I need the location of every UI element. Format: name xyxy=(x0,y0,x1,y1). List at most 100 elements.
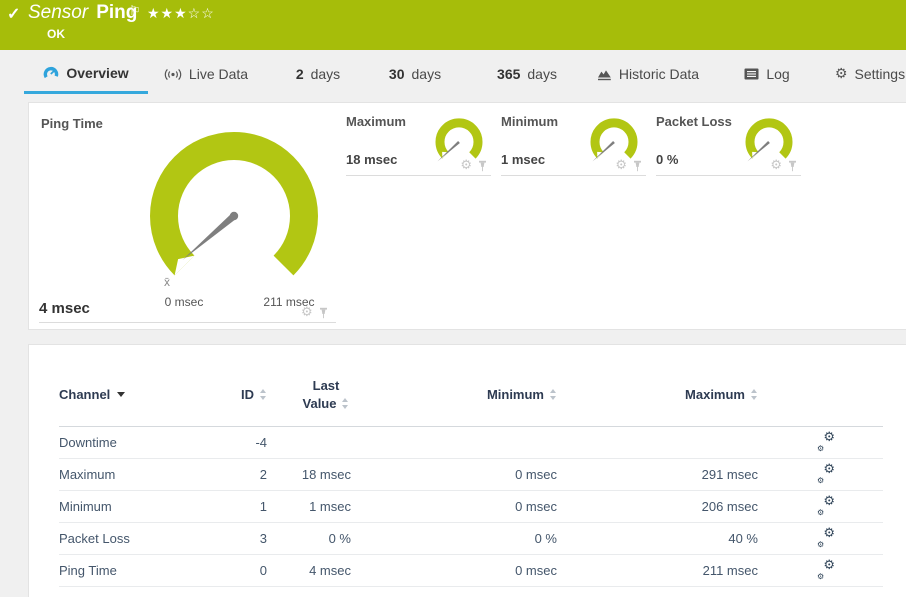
sort-icon xyxy=(751,389,758,400)
mini-gauge-title: Packet Loss xyxy=(656,114,732,129)
channel-maximum: 291 msec xyxy=(557,459,758,491)
channel-id: 0 xyxy=(229,555,267,587)
tab-2-days[interactable]: 2 days xyxy=(291,54,345,94)
channel-settings-icon[interactable]: ⚙ ⚙ xyxy=(817,465,835,481)
tab-live-data[interactable]: Live Data xyxy=(150,54,262,94)
column-label: Channel xyxy=(59,387,110,402)
status-badge: OK xyxy=(47,27,65,41)
column-label: Last Value xyxy=(303,378,340,411)
gear-icon: ⚙ xyxy=(823,462,835,477)
gauge-settings-icon[interactable]: ⚙ xyxy=(615,158,627,173)
tab-label: Overview xyxy=(66,65,128,81)
mini-gauge-tile[interactable]: Minimum 1 msec ⚙ xyxy=(501,113,646,176)
channel-minimum xyxy=(351,427,557,459)
mini-gauge-actions: ⚙ xyxy=(615,158,643,173)
channel-name[interactable]: Packet Loss xyxy=(59,523,229,555)
channel-minimum: 0 msec xyxy=(351,459,557,491)
sort-icon xyxy=(550,389,557,400)
channel-minimum: 0 msec xyxy=(351,491,557,523)
log-icon xyxy=(744,68,759,80)
mini-gauge-tiles: Maximum 18 msec ⚙ Minimum 1 msec ⚙ xyxy=(29,103,906,329)
channel-name[interactable]: Maximum xyxy=(59,459,229,491)
column-header-maximum[interactable]: Maximum xyxy=(557,371,758,427)
channel-id: 3 xyxy=(229,523,267,555)
tab-number: 30 xyxy=(389,66,405,82)
gauge-icon xyxy=(43,66,59,80)
channel-maximum: 206 msec xyxy=(557,491,758,523)
tab-historic-data[interactable]: Historic Data xyxy=(590,54,706,94)
channel-minimum: 0 msec xyxy=(351,555,557,587)
column-header-settings xyxy=(758,371,883,427)
gear-icon: ⚙ xyxy=(823,430,835,445)
sensor-type-label: Sensor xyxy=(28,2,88,23)
column-header-minimum[interactable]: Minimum xyxy=(351,371,557,427)
column-label: Maximum xyxy=(685,387,745,402)
tab-number: 365 xyxy=(497,66,520,82)
channel-settings-icon[interactable]: ⚙ ⚙ xyxy=(817,497,835,513)
tab-overview[interactable]: Overview xyxy=(24,54,148,94)
tab-label: Historic Data xyxy=(619,66,699,82)
table-header-row: Channel ID Last Value Minimum Maximum xyxy=(59,371,883,427)
gear-icon: ⚙ xyxy=(835,66,848,82)
mini-gauge-title: Minimum xyxy=(501,114,558,129)
channel-last-value: 0 % xyxy=(267,523,351,555)
sort-icon xyxy=(342,398,349,409)
gear-icon: ⚙ xyxy=(817,540,824,549)
column-header-last-value[interactable]: Last Value xyxy=(267,371,351,427)
column-header-id[interactable]: ID xyxy=(229,371,267,427)
mini-gauge-tile[interactable]: Maximum 18 msec ⚙ xyxy=(346,113,491,176)
pin-icon[interactable] xyxy=(632,160,643,172)
channel-last-value: 1 msec xyxy=(267,491,351,523)
sort-icon xyxy=(260,389,267,400)
mini-gauge-value: 0 % xyxy=(656,152,678,167)
sensor-header-bar: ✓ SensorPing ⚐ ★★★☆☆ OK xyxy=(0,0,906,50)
channel-row[interactable]: Downtime -4 ⚙ ⚙ xyxy=(59,427,883,459)
channel-id: -4 xyxy=(229,427,267,459)
area-chart-icon xyxy=(597,68,612,81)
gear-icon: ⚙ xyxy=(817,508,824,517)
mini-gauge-tile[interactable]: Packet Loss 0 % ⚙ xyxy=(656,113,801,176)
channel-last-value xyxy=(267,427,351,459)
channel-row[interactable]: Packet Loss 3 0 % 0 % 40 % ⚙ ⚙ xyxy=(59,523,883,555)
channel-last-value: 18 msec xyxy=(267,459,351,491)
channel-settings-icon[interactable]: ⚙ ⚙ xyxy=(817,529,835,545)
tab-settings[interactable]: ⚙ Settings xyxy=(832,54,906,94)
tab-30-days[interactable]: 30 days xyxy=(384,54,446,94)
gear-icon: ⚙ xyxy=(823,558,835,573)
channel-name[interactable]: Downtime xyxy=(59,427,229,459)
channel-settings-icon[interactable]: ⚙ ⚙ xyxy=(817,433,835,449)
channel-maximum xyxy=(557,427,758,459)
channel-name[interactable]: Minimum xyxy=(59,491,229,523)
page-title: SensorPing xyxy=(28,2,137,24)
channel-id: 1 xyxy=(229,491,267,523)
column-header-channel[interactable]: Channel xyxy=(59,371,229,427)
channel-id: 2 xyxy=(229,459,267,491)
gear-icon: ⚙ xyxy=(817,444,824,453)
channel-row[interactable]: Ping Time 0 4 msec 0 msec 211 msec ⚙ ⚙ xyxy=(59,555,883,587)
channel-settings-icon[interactable]: ⚙ ⚙ xyxy=(817,561,835,577)
gear-icon: ⚙ xyxy=(817,476,824,485)
flag-icon[interactable]: ⚐ xyxy=(129,3,141,19)
pin-icon[interactable] xyxy=(477,160,488,172)
tab-365-days[interactable]: 365 days xyxy=(492,54,562,94)
tab-label: Settings xyxy=(854,66,905,82)
channel-name[interactable]: Ping Time xyxy=(59,555,229,587)
tab-bar: Overview Live Data 2 days 30 days 365 da… xyxy=(0,50,906,95)
channel-maximum: 211 msec xyxy=(557,555,758,587)
channel-last-value: 4 msec xyxy=(267,555,351,587)
column-label: ID xyxy=(241,387,254,402)
gear-icon: ⚙ xyxy=(817,572,824,581)
channel-row[interactable]: Minimum 1 1 msec 0 msec 206 msec ⚙ ⚙ xyxy=(59,491,883,523)
channel-row[interactable]: Maximum 2 18 msec 0 msec 291 msec ⚙ ⚙ xyxy=(59,459,883,491)
status-ok-check-icon: ✓ xyxy=(7,4,20,24)
priority-stars[interactable]: ★★★☆☆ xyxy=(147,5,215,22)
tab-label: Log xyxy=(766,66,789,82)
tab-log[interactable]: Log xyxy=(736,54,798,94)
gauge-settings-icon[interactable]: ⚙ xyxy=(770,158,782,173)
mini-gauge-value: 18 msec xyxy=(346,152,397,167)
gear-icon: ⚙ xyxy=(823,494,835,509)
pin-icon[interactable] xyxy=(787,160,798,172)
gauge-settings-icon[interactable]: ⚙ xyxy=(460,158,472,173)
channel-minimum: 0 % xyxy=(351,523,557,555)
prtg-sensor-page: { "icons": { "check": "✓", "flag": "⚐", … xyxy=(0,0,906,597)
